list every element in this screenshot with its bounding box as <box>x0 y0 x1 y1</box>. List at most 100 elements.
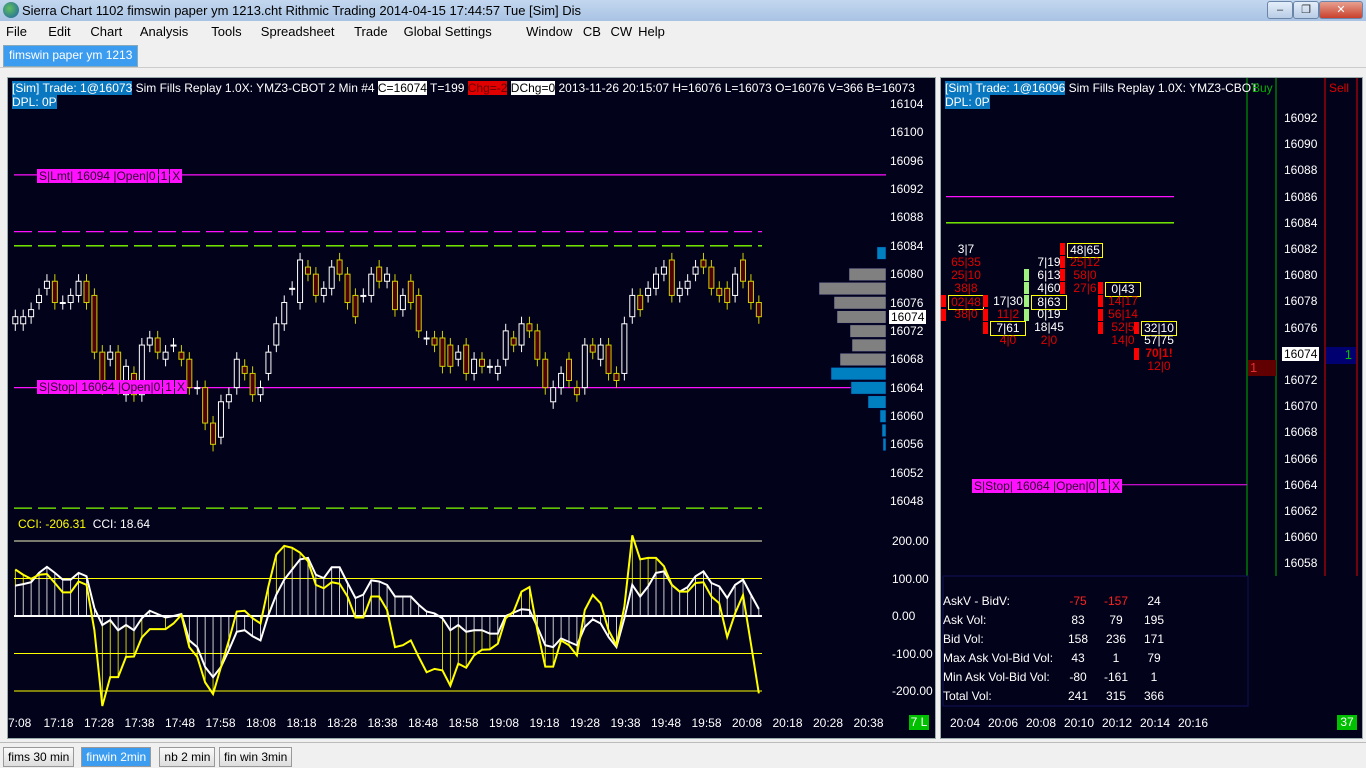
stats-value: 83 <box>1071 613 1085 627</box>
candle-down <box>241 365 248 374</box>
cci-line-white <box>15 556 760 679</box>
candle-down <box>439 337 446 367</box>
candle-down <box>613 372 620 382</box>
price-label: 16052 <box>890 465 924 480</box>
sell-stop-order[interactable]: S|Stop| 16064 |Open|0 1 X <box>972 479 1122 493</box>
menu-help[interactable]: Help <box>638 24 665 39</box>
chart-tab[interactable]: fims 30 min <box>3 747 75 767</box>
price-label: 16084 <box>890 238 924 253</box>
menu-analysis[interactable]: Analysis <box>140 24 188 39</box>
dpl-label: DPL: 0P <box>945 95 990 109</box>
candle-up <box>581 344 588 389</box>
sell-limit-order[interactable]: S|Lmt| 16094 |Open|0 1 X <box>37 169 183 183</box>
menu-global-settings[interactable]: Global Settings <box>404 24 492 39</box>
price-label: 16090 <box>1284 137 1318 152</box>
maximize-button[interactable]: ❐ <box>1293 1 1319 19</box>
time-label: 17:48 <box>165 716 196 730</box>
chart-tab[interactable]: nb 2 min <box>159 747 216 767</box>
chart-info: Sim Fills Replay 1.0X: YMZ3-CBOT 2 Min #… <box>132 81 378 95</box>
candle-down <box>716 287 723 296</box>
order-qty[interactable]: 1 <box>163 380 174 394</box>
cci-line-yellow <box>14 535 760 707</box>
price-label: 16084 <box>1284 215 1318 230</box>
trades-value: T=199 <box>426 81 468 95</box>
close-button[interactable]: ✕ <box>1319 1 1363 19</box>
price-label: 16062 <box>1284 504 1318 518</box>
candle-up <box>653 273 660 289</box>
candle-up <box>660 266 667 275</box>
menu-bar: File Edit Chart Analysis Tools Spreadsheet Tra… <box>0 21 1366 42</box>
buy-order-qty[interactable]: 1 <box>1248 360 1276 376</box>
candle-up <box>281 302 288 325</box>
menu-chart[interactable]: Chart <box>90 24 122 39</box>
sell-stop-order[interactable]: S|Stop| 16064 |Open|0 1 X <box>37 380 187 394</box>
candle-up <box>75 280 82 296</box>
candle-up <box>368 273 375 296</box>
menu-cw[interactable]: CW <box>611 24 633 39</box>
order-cancel-button[interactable]: X <box>170 169 183 183</box>
candle-up <box>297 259 304 304</box>
candle-up <box>12 316 19 325</box>
price-label: 16072 <box>890 323 924 338</box>
volume-profile-bar <box>876 246 887 260</box>
footprint-cell: 0|19 <box>1037 307 1061 321</box>
stats-value: 1 <box>1112 651 1120 665</box>
sell-order-qty[interactable]: 1 <box>1326 347 1356 364</box>
footprint-imbalance-bar <box>1134 347 1139 360</box>
candle-down <box>708 266 715 289</box>
chart-tab[interactable]: fin win 3min <box>219 747 293 767</box>
status-box: 7 L <box>909 715 929 730</box>
stats-row-label: Max Ask Vol-Bid Vol: <box>943 651 1054 665</box>
price-label: 16068 <box>1284 425 1318 440</box>
order-cancel-button[interactable]: X <box>1109 479 1122 493</box>
candle-up <box>597 344 604 360</box>
close-value: C=16074 <box>377 81 427 95</box>
footprint-cell: 18|45 <box>1034 320 1064 335</box>
price-label: 16064 <box>890 380 924 395</box>
change-value: Chg=-2 <box>467 81 508 95</box>
footprint-cell: 3|7 <box>957 241 975 256</box>
left-chart-panel[interactable]: [Sim] Trade: 1@16073 Sim Fills Replay 1.… <box>7 77 936 739</box>
candle-up <box>328 266 335 289</box>
price-label: 16096 <box>890 153 924 168</box>
cci-legend: CCI: -206.31 CCI: 18.64 <box>18 517 151 531</box>
time-label: 18:38 <box>367 716 398 730</box>
time-label: 19:48 <box>651 716 682 730</box>
footprint-cell: 56|14 <box>1108 307 1138 321</box>
order-qty[interactable]: 1 <box>1098 479 1109 493</box>
right-chart-panel[interactable]: [Sim] Trade: 1@16096 Sim Fills Replay 1.… <box>940 77 1363 739</box>
footprint-cell: 70|1! <box>1145 346 1173 361</box>
daily-change-value: DChg=0 <box>510 81 556 95</box>
price-label: 16076 <box>890 295 924 310</box>
candle-down <box>534 330 541 360</box>
order-qty[interactable]: 1 <box>158 169 170 183</box>
time-label: 20:04 <box>950 716 981 730</box>
menu-spreadsheet[interactable]: Spreadsheet <box>261 24 335 39</box>
time-label: 20:18 <box>772 716 803 730</box>
candle-down <box>304 266 311 275</box>
footprint-imbalance-bar <box>1134 321 1139 334</box>
candle-down <box>336 259 343 275</box>
menu-cb[interactable]: CB <box>583 24 601 39</box>
minimize-button[interactable]: – <box>1267 1 1293 19</box>
menu-edit[interactable]: Edit <box>48 24 70 39</box>
dpl-label: DPL: 0P <box>12 95 57 109</box>
window-title: Sierra Chart 1102 fimswin paper ym 1213.… <box>22 3 582 18</box>
order-cancel-button[interactable]: X <box>174 380 187 394</box>
menu-file[interactable]: File <box>6 24 27 39</box>
footprint-cell: 65|35 <box>951 254 981 269</box>
stats-value: 366 <box>1143 689 1165 703</box>
price-label: 16070 <box>1284 399 1318 414</box>
chart-tab[interactable]: finwin 2min <box>81 747 152 767</box>
menu-trade[interactable]: Trade <box>354 24 387 39</box>
menu-tools[interactable]: Tools <box>211 24 241 39</box>
price-label: 16066 <box>1284 451 1318 466</box>
tab-fimswin-paper[interactable]: fimswin paper ym 1213 <box>3 45 139 67</box>
footprint-imbalance-bar <box>983 308 988 321</box>
footprint-cell: 38|8 <box>954 280 978 295</box>
candle-down <box>447 344 454 367</box>
volume-profile-bar <box>848 267 887 281</box>
footprint-cell: 4|0 <box>999 333 1017 348</box>
menu-window[interactable]: Window <box>526 24 572 39</box>
footprint-imbalance-bar <box>1098 295 1103 308</box>
